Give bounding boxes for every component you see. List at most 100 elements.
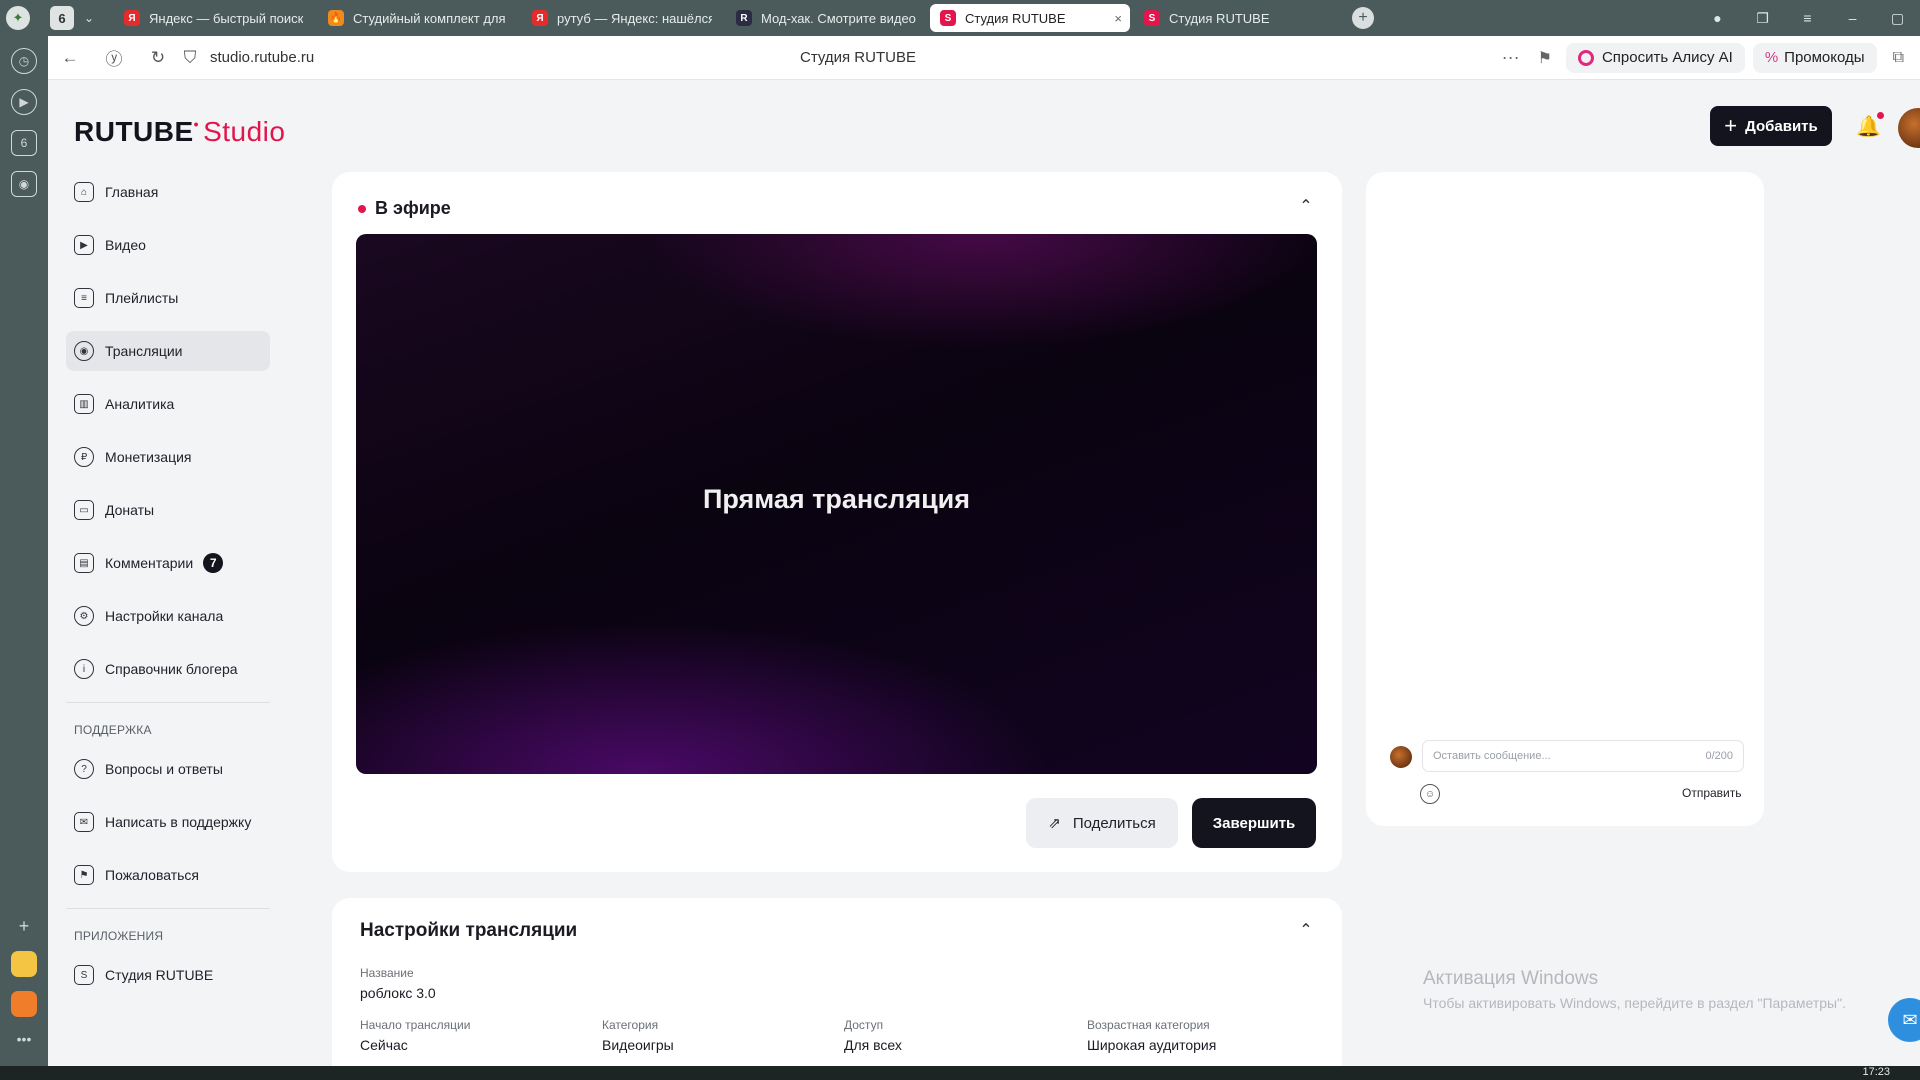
yandex-icon[interactable]: ⓨ (92, 45, 136, 70)
avatar[interactable] (1898, 108, 1920, 148)
chat-card: Оставить сообщение... 0/200 ☺ Отправить (1366, 172, 1764, 826)
mail-app-icon[interactable] (11, 991, 37, 1017)
history-icon[interactable]: ◷ (11, 48, 37, 74)
nav-item[interactable]: ✉ Написать в поддержку (66, 802, 270, 842)
play-icon[interactable]: ▶ (11, 89, 37, 115)
nav-item[interactable]: ₽ Монетизация (66, 437, 270, 477)
maximize-icon[interactable]: ▢ (1875, 10, 1920, 27)
activation-title: Активация Windows (1423, 968, 1599, 989)
browser-tab[interactable]: Ярутуб — Яндекс: нашёлся (522, 4, 722, 32)
mail-icon: ✉ (74, 812, 94, 832)
broadcast-icon: ◉ (74, 341, 94, 361)
notes-app-icon[interactable] (11, 951, 37, 977)
player-text: Прямая трансляция (702, 484, 971, 514)
extensions-icon[interactable]: ⧉ (1893, 49, 1904, 67)
divider (66, 908, 270, 909)
field-value: роблокс 3.0 (360, 985, 436, 1001)
menu-icon[interactable]: ≡ (1785, 10, 1830, 26)
nav-support: ? Вопросы и ответы ✉ Написать в поддержку ⚑ П… (66, 749, 270, 895)
emoji-icon[interactable]: ☺ (1420, 784, 1440, 804)
nav-item[interactable]: i Справочник блогера (66, 649, 270, 689)
chevron-down-icon[interactable]: ⌄ (84, 11, 104, 25)
field-category: Категория Видеоигры (602, 1018, 674, 1053)
tab-favicon-icon: R (736, 10, 752, 26)
chevron-up-icon[interactable]: ⌃ (1296, 196, 1316, 216)
chat-message-input[interactable]: Оставить сообщение... 0/200 (1422, 740, 1744, 772)
screenshot-icon[interactable]: ◉ (11, 171, 37, 197)
field-value: Широкая аудитория (1087, 1037, 1217, 1053)
nav-item[interactable]: ≡ Плейлисты (66, 278, 270, 318)
shield-icon[interactable]: ⛉ (180, 48, 200, 68)
field-label: Доступ (844, 1018, 884, 1032)
back-icon[interactable]: ← (48, 48, 92, 68)
more-icon[interactable]: ••• (0, 1031, 48, 1047)
browser-tab[interactable]: Я Яндекс — быстрый поиск (114, 4, 314, 32)
end-stream-button[interactable]: Завершить (1192, 798, 1316, 848)
browser-tab[interactable]: S Студия RUTUBE (1134, 4, 1334, 32)
video-player[interactable]: Прямая трансляция (356, 234, 1317, 774)
nav-item[interactable]: ▶ Видео (66, 225, 270, 265)
alice-label: Спросить Алису AI (1601, 49, 1733, 66)
nav-item-label: Главная (105, 184, 159, 200)
url-field[interactable]: studio.rutube.ru (210, 49, 680, 66)
more-icon[interactable]: ··· (1502, 47, 1520, 68)
gear-icon: ⚙ (74, 606, 94, 626)
nav-item[interactable]: ◉ Трансляции (66, 331, 270, 371)
avatar (1390, 746, 1412, 768)
live-status: В эфире (358, 198, 451, 219)
profile-icon[interactable]: ● (1695, 10, 1740, 26)
nav-item-label: Студия RUTUBE (105, 967, 214, 983)
new-tab-button[interactable]: + (1352, 7, 1374, 29)
flag-icon: ⚑ (74, 865, 94, 885)
bookmark-icon[interactable]: ⚑ (1538, 48, 1552, 68)
nav-item[interactable]: ⌂ Главная (66, 172, 270, 212)
add-panel-icon[interactable]: + (0, 916, 48, 937)
home-icon: ⌂ (74, 182, 94, 202)
comment-count-badge: 7 (203, 553, 224, 573)
brand-main: RUTUBE (74, 116, 194, 147)
share-icon: ⇗ (1048, 815, 1061, 832)
browser-logo[interactable]: ✦ (0, 0, 36, 36)
tab-count[interactable]: 6 (50, 6, 74, 30)
tab-counter-icon[interactable]: 6 (11, 130, 37, 156)
nav-item[interactable]: ▤ Комментарии 7 (66, 543, 270, 583)
nav-item[interactable]: ⚑ Пожаловаться (66, 855, 270, 895)
tab-label: Студийный комплект для (353, 10, 506, 26)
promo-button[interactable]: % Промокоды (1752, 42, 1877, 73)
video-icon: ▶ (74, 235, 94, 255)
divider (66, 702, 270, 703)
nav-item-label: Видео (105, 237, 146, 253)
notification-badge (1876, 112, 1884, 119)
nav-item[interactable]: S Студия RUTUBE (66, 955, 270, 995)
nav-item[interactable]: ▭ Донаты (66, 490, 270, 530)
nav-item[interactable]: ⚙ Настройки канала (66, 596, 270, 636)
tab-label: Студия RUTUBE (1169, 10, 1270, 26)
share-label: Поделиться (1072, 814, 1156, 832)
chevron-up-icon[interactable]: ⌃ (1296, 920, 1316, 940)
browser-tab[interactable]: 🔥 Студийный комплект для (318, 4, 518, 32)
field-value: Видеоигры (602, 1037, 674, 1053)
share-button[interactable]: ⇗ Поделиться (1026, 798, 1178, 848)
add-button[interactable]: + Добавить (1710, 106, 1832, 146)
char-counter: 0/200 (1705, 750, 1733, 762)
alice-button[interactable]: Спросить Алису AI (1565, 42, 1745, 73)
field-age: Возрастная категория Широкая аудитория (1087, 1018, 1216, 1053)
nav-item[interactable]: ▥ Аналитика (66, 384, 270, 424)
rutube-studio-logo[interactable]: RUTUBE• Studio (74, 116, 285, 148)
nav-item[interactable]: ? Вопросы и ответы (66, 749, 270, 789)
minimize-icon[interactable]: – (1830, 10, 1875, 26)
bell-icon[interactable]: 🔔 (1856, 112, 1884, 139)
clock: 17:23 (1862, 1066, 1890, 1078)
playlist-icon: ≡ (74, 288, 94, 308)
browser-tab[interactable]: S Студия RUTUBE × (930, 4, 1130, 32)
help-chat-button[interactable]: ✉ (1888, 998, 1920, 1042)
send-button[interactable]: Отправить (1682, 786, 1742, 800)
brand-dot: • (193, 116, 200, 132)
close-icon[interactable]: × (1114, 11, 1122, 26)
reload-icon[interactable]: ↻ (136, 48, 180, 68)
nav-item-label: Написать в поддержку (105, 814, 252, 830)
collections-icon[interactable]: ❐ (1740, 10, 1785, 27)
browser-tab[interactable]: R Мод-хак. Смотрите видео (726, 4, 926, 32)
nav-item-label: Вопросы и ответы (105, 761, 223, 777)
nav-item-label: Монетизация (105, 449, 192, 465)
